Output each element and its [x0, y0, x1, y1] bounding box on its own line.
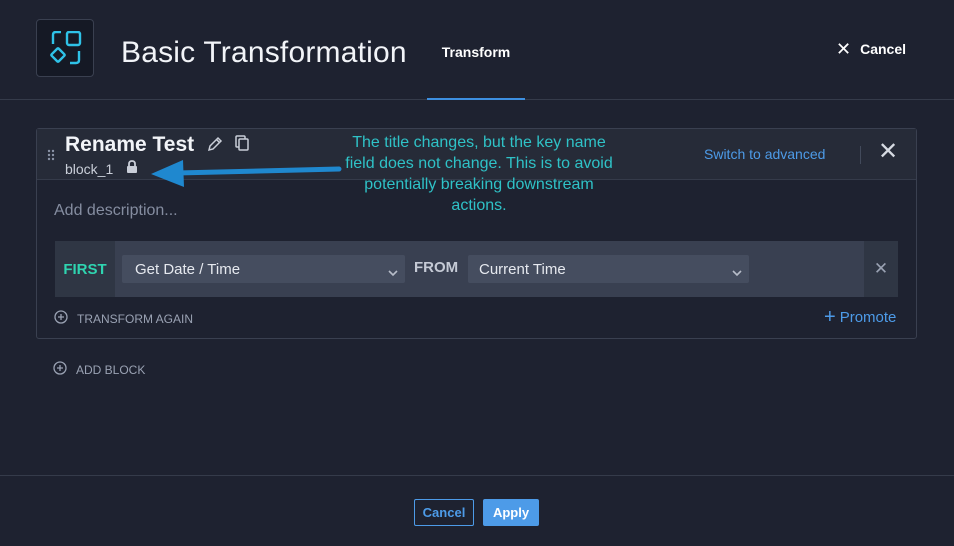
plus-circle-icon	[53, 361, 67, 378]
promote-label: Promote	[839, 308, 897, 326]
step-position-label: FIRST	[55, 241, 115, 297]
close-block-icon[interactable]: ✕	[878, 140, 898, 164]
source-select[interactable]: Current Time	[468, 255, 749, 283]
block-key-name: block_1	[65, 161, 114, 177]
transform-again-button[interactable]: TRANSFORM AGAIN	[54, 310, 193, 327]
apply-button[interactable]: Apply	[483, 499, 539, 526]
header-cancel-label: Cancel	[860, 41, 907, 57]
chevron-down-icon	[732, 264, 742, 281]
transform-type-value: Get Date / Time	[135, 260, 241, 278]
modal-footer: Cancel Apply	[0, 475, 954, 546]
add-block-button[interactable]: ADD BLOCK	[53, 361, 145, 378]
switch-to-advanced-link[interactable]: Switch to advanced	[704, 146, 825, 162]
source-value: Current Time	[479, 260, 566, 278]
transform-type-select[interactable]: Get Date / Time	[122, 255, 405, 283]
tab-transform[interactable]: Transform	[427, 0, 525, 100]
plus-circle-icon	[54, 310, 68, 327]
annotation-arrow-icon	[151, 160, 342, 187]
transform-again-label: TRANSFORM AGAIN	[77, 311, 194, 326]
lock-icon	[126, 160, 138, 179]
annotation-text: The title changes, but the key name fiel…	[345, 134, 613, 214]
plus-icon: +	[824, 306, 836, 328]
close-icon: ✕	[836, 39, 852, 59]
cancel-button[interactable]: Cancel	[414, 499, 474, 526]
description-placeholder[interactable]: Add description...	[54, 202, 178, 220]
drag-handle-icon[interactable]	[47, 149, 55, 163]
promote-button[interactable]: + Promote	[824, 307, 896, 327]
header-cancel-button[interactable]: ✕ Cancel	[836, 38, 906, 60]
from-label: FROM	[414, 259, 459, 276]
modal-header: Basic Transformation Transform ✕ Cancel	[0, 0, 954, 100]
page-title: Basic Transformation	[121, 36, 407, 69]
divider	[860, 146, 861, 164]
remove-step-icon[interactable]: ✕	[864, 241, 898, 297]
add-block-label: ADD BLOCK	[76, 362, 146, 377]
transform-logo-icon	[36, 19, 94, 77]
chevron-down-icon	[388, 264, 398, 281]
tab-transform-label: Transform	[441, 44, 511, 60]
transform-step-row: FIRST Get Date / Time FROM Current Time …	[55, 241, 898, 297]
